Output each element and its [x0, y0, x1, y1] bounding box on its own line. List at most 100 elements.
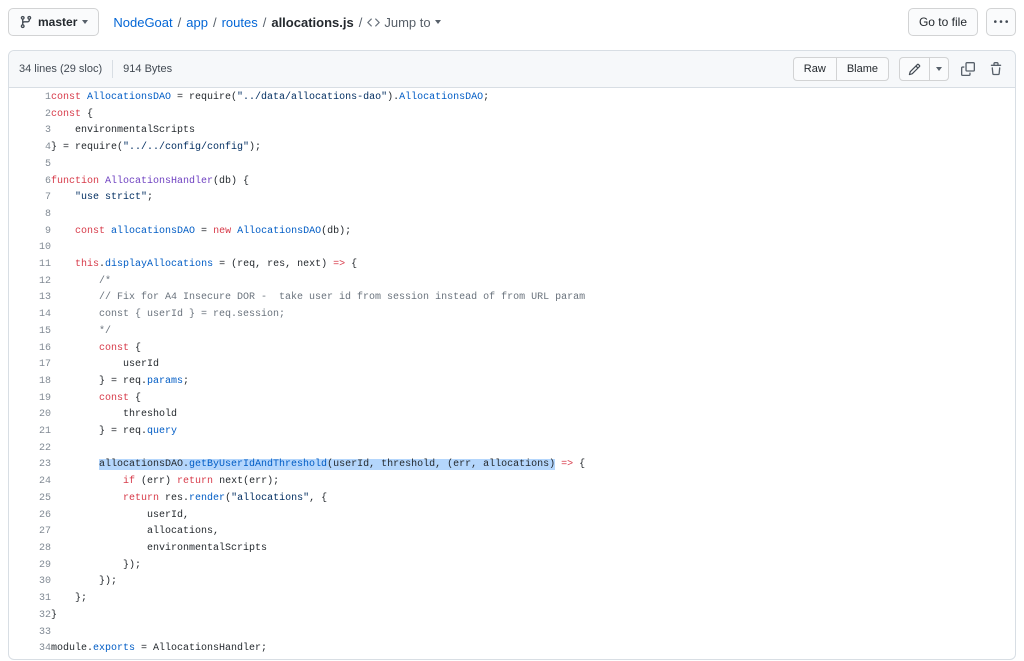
code-line-content: } = require("../../config/config"); — [51, 140, 1015, 157]
file-size: 914 Bytes — [123, 63, 172, 75]
line-number[interactable]: 24 — [9, 474, 51, 491]
line-number[interactable]: 32 — [9, 608, 51, 625]
go-to-file-button[interactable]: Go to file — [908, 8, 978, 36]
line-number[interactable]: 12 — [9, 274, 51, 291]
code-line-content: */ — [51, 324, 1015, 341]
code-line: 27 allocations, — [9, 524, 1015, 541]
line-number[interactable]: 20 — [9, 407, 51, 424]
line-number[interactable]: 9 — [9, 224, 51, 241]
code-line-content — [51, 441, 1015, 458]
code-line: 34module.exports = AllocationsHandler; — [9, 641, 1015, 658]
code-area: 1const AllocationsDAO = require("../data… — [9, 88, 1015, 658]
line-number[interactable]: 16 — [9, 341, 51, 358]
jump-to-label: Jump to — [384, 15, 430, 30]
line-number[interactable]: 7 — [9, 190, 51, 207]
code-line: 9 const allocationsDAO = new Allocations… — [9, 224, 1015, 241]
breadcrumb-dir-link-app[interactable]: app — [186, 15, 208, 30]
code-line: 20 threshold — [9, 407, 1015, 424]
line-number[interactable]: 19 — [9, 391, 51, 408]
code-line-content: } = req.query — [51, 424, 1015, 441]
code-line: 8 — [9, 207, 1015, 224]
branch-selector-button[interactable]: master — [8, 8, 99, 36]
code-line-content: const { — [51, 391, 1015, 408]
code-line-content: threshold — [51, 407, 1015, 424]
copy-file-button[interactable] — [959, 60, 977, 78]
code-line: 17 userId — [9, 357, 1015, 374]
line-number[interactable]: 27 — [9, 524, 51, 541]
code-line: 7 "use strict"; — [9, 190, 1015, 207]
code-line-content: const { — [51, 107, 1015, 124]
line-number[interactable]: 23 — [9, 457, 51, 474]
code-line-content: }); — [51, 558, 1015, 575]
line-number[interactable]: 5 — [9, 157, 51, 174]
code-line: 15 */ — [9, 324, 1015, 341]
code-line-content: "use strict"; — [51, 190, 1015, 207]
kebab-icon — [994, 15, 1008, 29]
github-file-page: master NodeGoat / app / routes / allocat… — [0, 0, 1024, 661]
code-line-content: if (err) return next(err); — [51, 474, 1015, 491]
raw-blame-group: Raw Blame — [793, 57, 889, 81]
code-line: 33 — [9, 625, 1015, 642]
code-line: 13 // Fix for A4 Insecure DOR - take use… — [9, 290, 1015, 307]
line-number[interactable]: 3 — [9, 123, 51, 140]
line-number[interactable]: 6 — [9, 174, 51, 191]
file-view: 34 lines (29 sloc) 914 Bytes Raw Blame — [8, 50, 1016, 660]
code-line-content: } — [51, 608, 1015, 625]
edit-button-group — [899, 57, 949, 81]
line-number[interactable]: 4 — [9, 140, 51, 157]
line-number[interactable]: 8 — [9, 207, 51, 224]
breadcrumb-dir-link-routes[interactable]: routes — [222, 15, 258, 30]
code-line-content: environmentalScripts — [51, 123, 1015, 140]
file-actions: Raw Blame — [793, 57, 1005, 81]
jump-to-dropdown[interactable]: Jump to — [367, 15, 440, 30]
code-line-content: const { — [51, 341, 1015, 358]
code-icon — [367, 16, 380, 29]
line-number[interactable]: 13 — [9, 290, 51, 307]
line-number[interactable]: 21 — [9, 424, 51, 441]
line-number[interactable]: 11 — [9, 257, 51, 274]
copy-icon — [961, 62, 975, 76]
topbar-actions: Go to file — [908, 8, 1016, 36]
code-line-content: /* — [51, 274, 1015, 291]
line-number[interactable]: 18 — [9, 374, 51, 391]
line-number[interactable]: 26 — [9, 508, 51, 525]
blame-button[interactable]: Blame — [836, 57, 889, 81]
code-line-content: this.displayAllocations = (req, res, nex… — [51, 257, 1015, 274]
line-number[interactable]: 25 — [9, 491, 51, 508]
code-line-content: userId, — [51, 508, 1015, 525]
breadcrumb-repo-link[interactable]: NodeGoat — [113, 15, 172, 30]
line-number[interactable]: 31 — [9, 591, 51, 608]
line-number[interactable]: 29 — [9, 558, 51, 575]
line-number[interactable]: 30 — [9, 574, 51, 591]
code-line: 6function AllocationsHandler(db) { — [9, 174, 1015, 191]
file-header: 34 lines (29 sloc) 914 Bytes Raw Blame — [9, 51, 1015, 88]
line-number[interactable]: 2 — [9, 107, 51, 124]
line-number[interactable]: 14 — [9, 307, 51, 324]
line-number[interactable]: 22 — [9, 441, 51, 458]
delete-file-button[interactable] — [987, 60, 1005, 78]
caret-down-icon — [82, 20, 88, 24]
more-options-button[interactable] — [986, 8, 1016, 36]
line-number[interactable]: 17 — [9, 357, 51, 374]
code-line-content: module.exports = AllocationsHandler; — [51, 641, 1015, 658]
raw-button[interactable]: Raw — [793, 57, 837, 81]
code-line: 24 if (err) return next(err); — [9, 474, 1015, 491]
code-line-content: // Fix for A4 Insecure DOR - take user i… — [51, 290, 1015, 307]
edit-file-button[interactable] — [899, 57, 930, 81]
line-number[interactable]: 10 — [9, 240, 51, 257]
code-line: 4} = require("../../config/config"); — [9, 140, 1015, 157]
divider — [112, 60, 113, 78]
line-number[interactable]: 15 — [9, 324, 51, 341]
line-number[interactable]: 34 — [9, 641, 51, 658]
code-line: 10 — [9, 240, 1015, 257]
line-number[interactable]: 1 — [9, 90, 51, 107]
branch-name: master — [38, 15, 77, 29]
code-line-content: }); — [51, 574, 1015, 591]
code-table: 1const AllocationsDAO = require("../data… — [9, 90, 1015, 658]
line-number[interactable]: 28 — [9, 541, 51, 558]
edit-dropdown-button[interactable] — [929, 57, 949, 81]
line-number[interactable]: 33 — [9, 625, 51, 642]
code-line: 30 }); — [9, 574, 1015, 591]
code-line-content: const allocationsDAO = new AllocationsDA… — [51, 224, 1015, 241]
code-line: 21 } = req.query — [9, 424, 1015, 441]
